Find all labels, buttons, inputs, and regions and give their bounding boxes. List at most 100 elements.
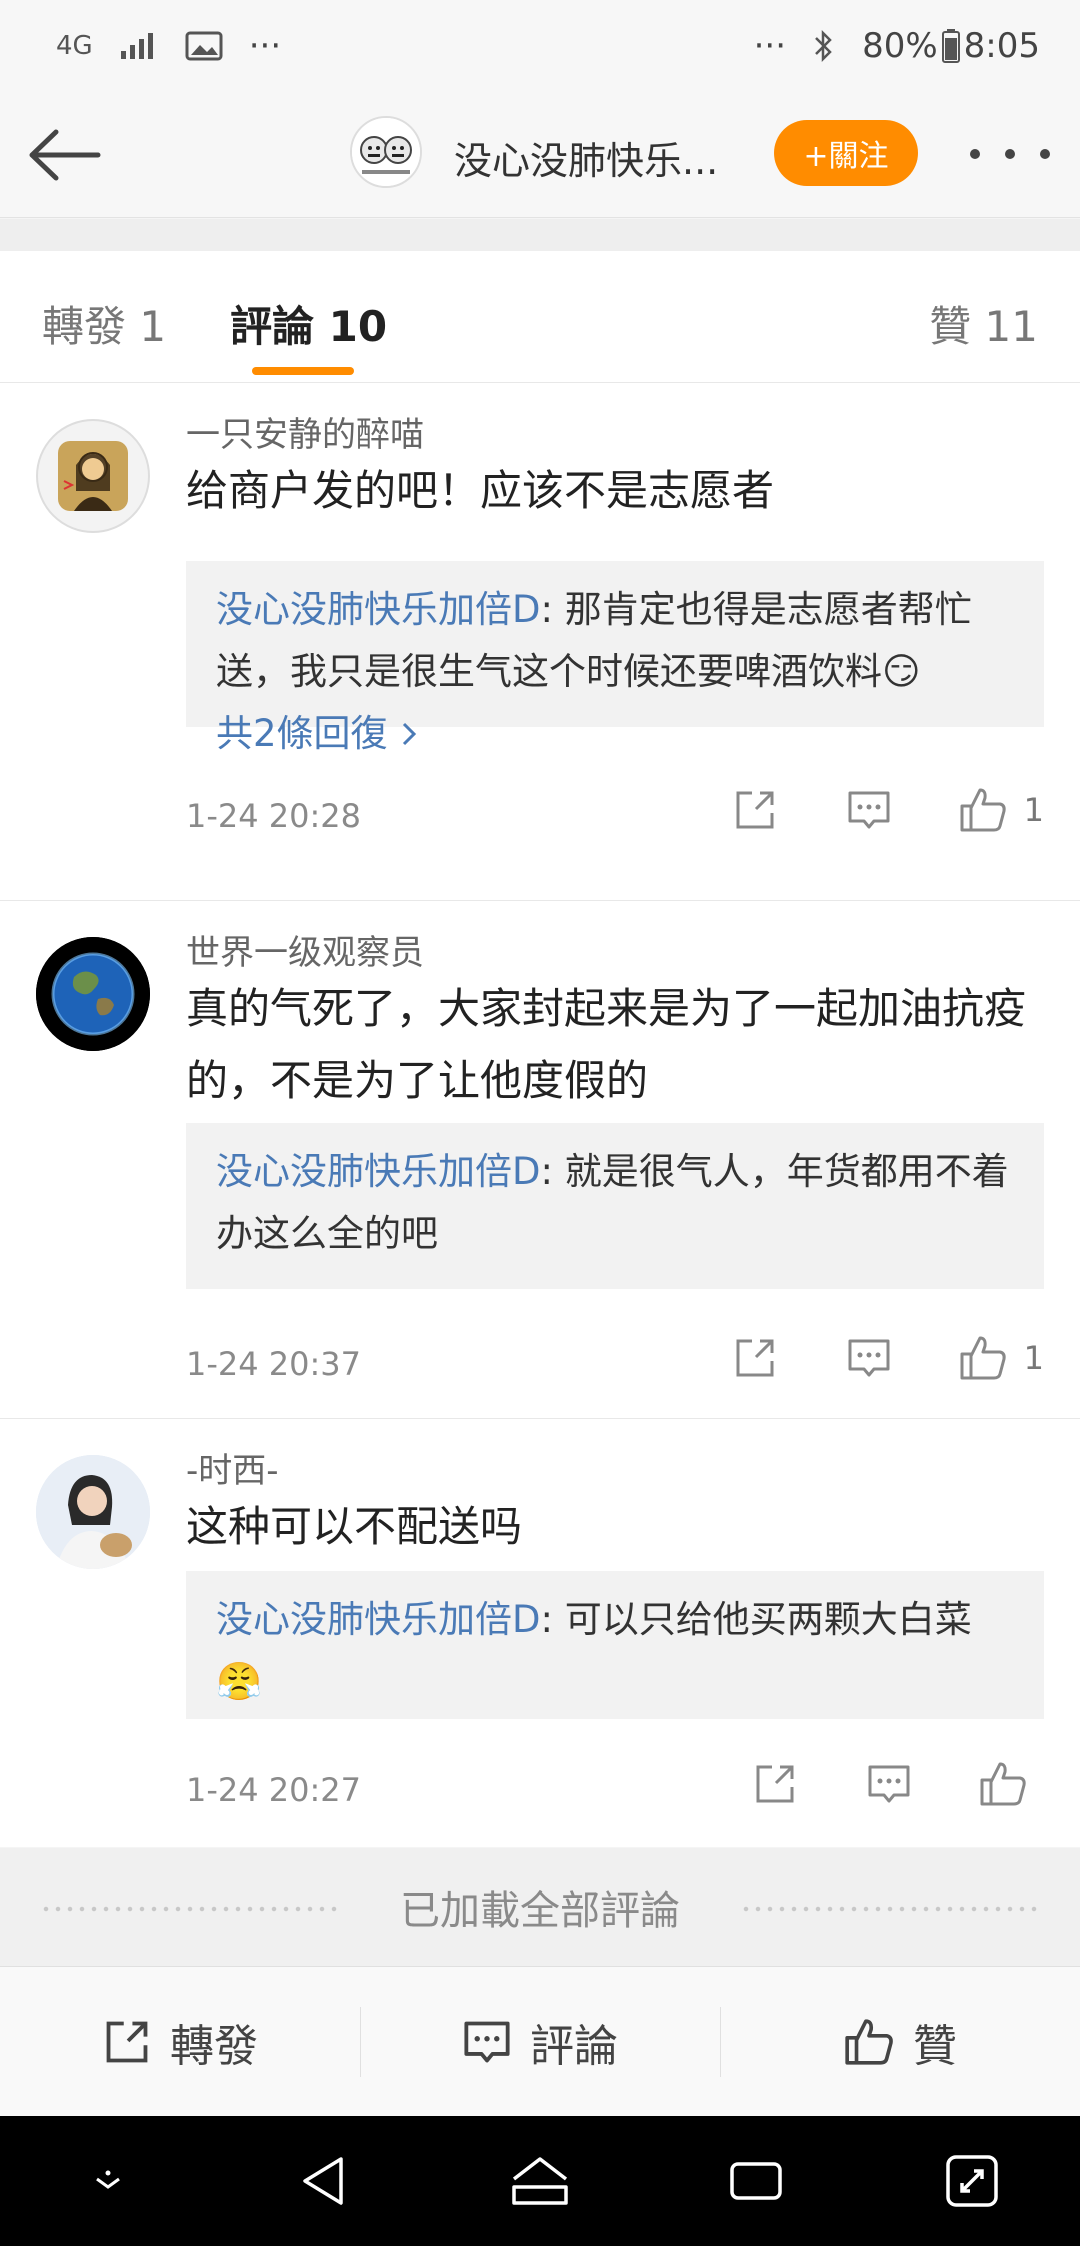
home-icon [512, 2157, 568, 2205]
comment-button[interactable]: 評論 [360, 1967, 720, 2116]
more-dot-icon [970, 149, 980, 159]
system-home-button[interactable] [500, 2141, 580, 2221]
bottom-action-bar: 轉發 評論 贊 [0, 1966, 1080, 2116]
repost-label: 轉發 [170, 2020, 258, 2072]
reply-preview[interactable]: 没心没肺快乐加倍D: 可以只给他买两颗大白菜😤 [186, 1571, 1044, 1719]
comment-time: 1-24 20:27 [186, 1771, 362, 1809]
reply-author[interactable]: 没心没肺快乐加倍D [216, 1150, 541, 1193]
commenter-avatar[interactable] [36, 937, 150, 1051]
battery-percent: 80% [862, 26, 938, 66]
reply-author[interactable]: 没心没肺快乐加倍D [216, 588, 541, 631]
tab-likes[interactable]: 贊 11 [929, 293, 1038, 354]
share-button[interactable] [748, 1757, 802, 1811]
comment-time: 1-24 20:28 [186, 797, 362, 835]
commenter-avatar[interactable] [36, 1455, 150, 1569]
comment-actions: 1 [668, 783, 1044, 837]
back-arrow-icon [29, 129, 101, 181]
comment-text: 这种可以不配送吗 [186, 1502, 523, 1551]
repost-button[interactable]: 轉發 [0, 1967, 360, 2116]
comment-text: 真的气死了，大家封起来是为了一起加油抗疫的，不是为了让他度假的 [186, 984, 1027, 1105]
dotted-divider [740, 1906, 1040, 1912]
share-icon [736, 791, 774, 829]
status-bar: 4G ··· ··· 80% 8:05 [0, 0, 1080, 92]
like-button[interactable] [956, 1331, 1010, 1385]
nav-bar: 没心没肺快乐... +關注 [0, 92, 1080, 218]
reply-preview[interactable]: 没心没肺快乐加倍D: 那肯定也得是志愿者帮忙送，我只是很生气这个时候还要啤酒饮料… [186, 561, 1044, 755]
like-count: 1 [1023, 791, 1044, 829]
comment-icon [848, 1339, 890, 1377]
comment-icon [848, 791, 890, 829]
comment-time: 1-24 20:37 [186, 1345, 362, 1383]
like-post-button[interactable]: 贊 [720, 1967, 1080, 2116]
battery-icon [941, 29, 960, 63]
signal-icon [119, 31, 159, 61]
tab-bar: 轉發 1 評論 10 贊 11 [0, 251, 1080, 383]
commenter-name[interactable]: 一只安静的醉喵 [186, 407, 424, 456]
person-avatar-icon [36, 1455, 150, 1569]
earth-avatar-icon [36, 937, 150, 1051]
image-icon [185, 30, 223, 62]
reply-content: 没心没肺快乐加倍D: 那肯定也得是志愿者帮忙送，我只是很生气这个时候还要啤酒饮料… [216, 579, 1014, 703]
network-type-label: 4G [56, 31, 93, 61]
chevron-down-icon [96, 2170, 120, 2189]
comment-list: 一只安静的醉喵 给商户发的吧！应该不是志愿者 没心没肺快乐加倍D: 那肯定也得是… [0, 383, 1080, 1847]
more-dot-icon [1005, 149, 1015, 159]
status-right: ··· 80% 8:05 [754, 26, 1040, 66]
more-options-button[interactable] [970, 132, 1050, 176]
status-left: 4G ··· [56, 26, 281, 66]
system-nav-bar [0, 2116, 1080, 2246]
tab-reposts[interactable]: 轉發 1 [42, 293, 166, 354]
thumbs-up-icon [960, 1336, 1006, 1380]
more-dot-icon [1040, 149, 1050, 159]
comment-actions [688, 1757, 1044, 1811]
comment-actions: 1 [668, 1331, 1044, 1385]
battery-group: 80% 8:05 [862, 26, 1040, 66]
reply-button[interactable] [842, 1331, 896, 1385]
share-button[interactable] [728, 1331, 782, 1385]
section-divider [0, 219, 1080, 251]
like-count: 1 [1023, 1339, 1044, 1377]
comment-item: 世界一级观察员 真的气死了，大家封起来是为了一起加油抗疫的，不是为了让他度假的 … [0, 901, 1080, 1419]
bluetooth-icon [812, 28, 836, 64]
share-icon [756, 1765, 794, 1803]
comment-text: 给商户发的吧！应该不是志愿者 [186, 466, 775, 515]
tab-comments[interactable]: 評論 10 [230, 293, 387, 354]
like-button[interactable] [956, 783, 1010, 837]
expand-icon [946, 2155, 998, 2207]
share-button[interactable] [728, 783, 782, 837]
comment-icon [464, 2021, 510, 2062]
commenter-avatar[interactable] [36, 419, 150, 533]
view-replies-link[interactable]: 共2條回復 [216, 703, 1014, 765]
reply-button[interactable] [862, 1757, 916, 1811]
author-name-title[interactable]: 没心没肺快乐... [454, 130, 718, 185]
active-tab-indicator [252, 367, 354, 375]
share-icon [736, 1339, 774, 1377]
follow-button[interactable]: +關注 [774, 120, 918, 186]
reply-button[interactable] [842, 783, 896, 837]
recents-icon [730, 2162, 782, 2200]
comment-label: 評論 [530, 2020, 618, 2072]
thumbs-up-icon [960, 788, 1006, 832]
thumbs-up-icon [980, 1762, 1026, 1806]
rotate-screen-button[interactable] [932, 2141, 1012, 2221]
clock: 8:05 [963, 26, 1040, 66]
thumbs-up-icon [845, 2018, 893, 2065]
system-recents-button[interactable] [716, 2141, 796, 2221]
reply-author[interactable]: 没心没肺快乐加倍D [216, 1598, 541, 1641]
triangle-back-icon [303, 2157, 343, 2205]
system-back-button[interactable] [284, 2141, 364, 2221]
comment-icon [868, 1765, 910, 1803]
comment-item: -时西- 这种可以不配送吗 没心没肺快乐加倍D: 可以只给他买两颗大白菜😤 1-… [0, 1419, 1080, 1847]
like-label: 贊 [913, 2020, 957, 2072]
like-button[interactable] [976, 1757, 1030, 1811]
reply-preview[interactable]: 没心没肺快乐加倍D: 就是很气人，年货都用不着办这么全的吧 [186, 1123, 1044, 1289]
meme-avatar-icon [352, 118, 420, 186]
commenter-name[interactable]: -时西- [186, 1443, 279, 1492]
hide-keyboard-button[interactable] [68, 2141, 148, 2221]
back-button[interactable] [26, 120, 106, 190]
dotted-divider [40, 1906, 340, 1912]
commenter-name[interactable]: 世界一级观察员 [186, 925, 424, 974]
mona-lisa-avatar-icon [58, 441, 128, 511]
chevron-right-icon [402, 722, 416, 746]
author-avatar[interactable] [350, 116, 422, 188]
